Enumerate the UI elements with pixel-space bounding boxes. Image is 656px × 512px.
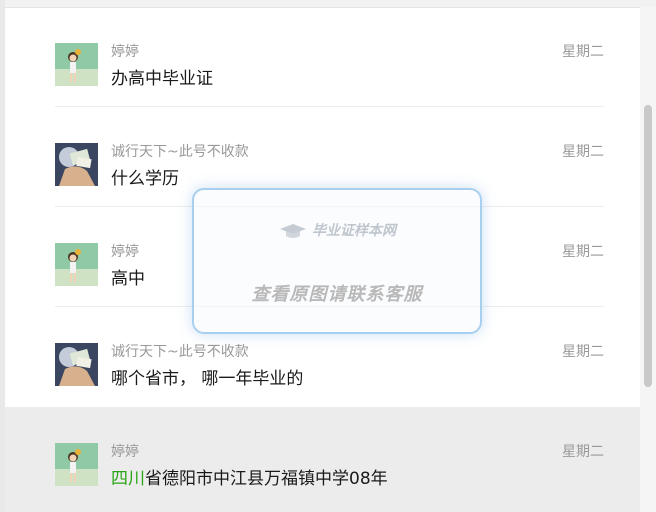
message-time: 星期二 — [562, 344, 604, 360]
watermark-text: 查看原图请联系客服 — [251, 284, 423, 305]
sender-name: 婷婷 — [111, 244, 139, 260]
sender-name: 婷婷 — [111, 44, 139, 60]
message-preview: 什么学历 — [111, 169, 179, 189]
message-preview: 办高中毕业证 — [111, 69, 213, 89]
hand-cash-avatar-icon — [55, 343, 98, 386]
message-preview: 高中 — [111, 269, 145, 289]
message-preview: 哪个省市， 哪一年毕业的 — [111, 369, 304, 389]
message-time: 星期二 — [562, 144, 604, 160]
sender-name: 诚行天下~此号不收款 — [111, 144, 249, 160]
highlight-text: 四川 — [111, 469, 145, 489]
message-item[interactable]: 婷婷 星期二 办高中毕业证 — [5, 7, 640, 107]
watermark-logo-text: 毕业证样本网 — [312, 223, 396, 239]
message-time: 星期二 — [562, 44, 604, 60]
avatar[interactable] — [55, 43, 98, 86]
girl-avatar-icon — [55, 43, 98, 86]
watermark-overlay: 毕业证样本网 查看原图请联系客服 — [192, 188, 482, 334]
avatar[interactable] — [55, 143, 98, 186]
message-preview: 四川省德阳市中江县万福镇中学08年 — [111, 464, 388, 489]
message-time: 星期二 — [562, 444, 604, 460]
message-preview-rest: 省德阳市中江县万福镇中学08年 — [145, 469, 388, 489]
girl-avatar-icon — [55, 243, 98, 286]
sender-name: 婷婷 — [111, 444, 139, 460]
graduation-cap-icon — [280, 224, 306, 238]
hand-cash-avatar-icon — [55, 143, 98, 186]
sender-name: 诚行天下~此号不收款 — [111, 344, 249, 360]
message-item-selected[interactable]: 婷婷 星期二 四川省德阳市中江县万福镇中学08年 — [5, 407, 640, 512]
scrollbar-thumb[interactable] — [644, 105, 652, 387]
avatar[interactable] — [55, 243, 98, 286]
girl-avatar-icon — [55, 443, 98, 486]
avatar[interactable] — [55, 343, 98, 386]
message-time: 星期二 — [562, 244, 604, 260]
avatar[interactable] — [55, 443, 98, 486]
